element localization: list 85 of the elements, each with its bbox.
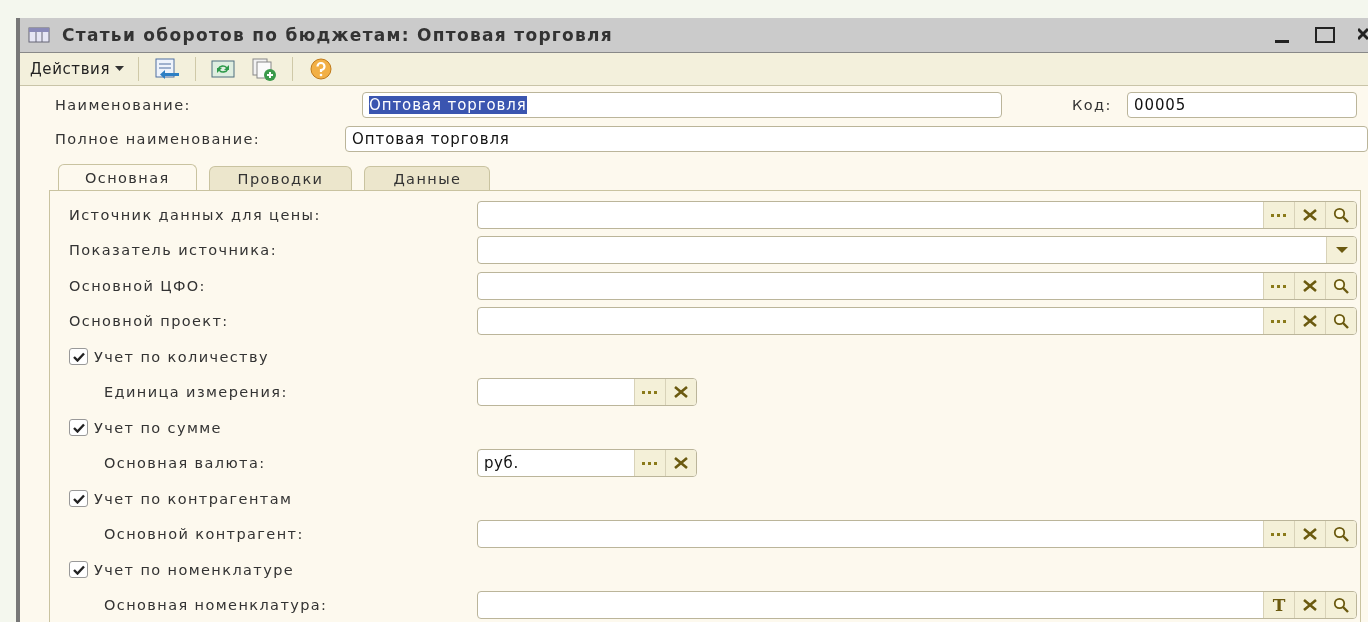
search-icon (1333, 597, 1349, 614)
search-button[interactable] (1325, 521, 1356, 548)
field-label: Наименование: (54, 97, 192, 113)
input-field[interactable]: T (477, 591, 1357, 620)
full-name-field[interactable]: Оптовая торговля (345, 126, 1368, 152)
ellipsis-icon (1270, 531, 1288, 538)
checkbox-label: Учет по количеству (94, 348, 269, 365)
field-label: Полное наименование: (54, 131, 262, 147)
input-field[interactable] (477, 271, 1357, 300)
minimize-icon (1275, 39, 1289, 43)
field-label: Основной контрагент: (103, 526, 305, 543)
search-icon (1333, 277, 1349, 294)
clear-button[interactable] (1294, 521, 1325, 548)
ellipsis-icon (1270, 282, 1288, 289)
search-icon (1333, 526, 1349, 543)
code-field[interactable]: 00005 (1127, 92, 1357, 118)
select-button[interactable] (1263, 201, 1294, 228)
check-icon (72, 422, 85, 433)
clear-button[interactable] (1294, 592, 1325, 619)
clear-icon (674, 457, 688, 470)
document-arrow-icon (153, 57, 182, 81)
search-button[interactable] (1325, 308, 1356, 335)
check-icon (72, 493, 85, 504)
ellipsis-icon (1270, 211, 1288, 218)
tab[interactable]: Данные (364, 166, 491, 190)
name-field[interactable]: Оптовая торговля (362, 92, 1002, 118)
input-field[interactable] (477, 307, 1357, 336)
input-field[interactable]: руб. (477, 449, 697, 478)
field-label: Показатель источника: (69, 242, 278, 259)
caret-icon (1335, 246, 1348, 254)
clear-icon (1303, 315, 1317, 328)
window-title: Статьи оборотов по бюджетам: Оптовая торговля (62, 25, 614, 45)
actions-menu-button[interactable]: Действия (26, 58, 129, 80)
table-icon (28, 27, 50, 43)
clear-button[interactable] (1294, 272, 1325, 299)
select-button[interactable] (1263, 308, 1294, 335)
search-button[interactable] (1325, 201, 1356, 228)
check-icon (72, 351, 85, 362)
checkbox-label: Учет по контрагентам (94, 490, 293, 507)
checkbox[interactable] (69, 348, 88, 366)
clear-button[interactable] (665, 379, 696, 406)
caret-icon (115, 66, 125, 72)
select-button[interactable] (1263, 272, 1294, 299)
tab[interactable]: Проводки (208, 166, 353, 190)
maximize-button[interactable] (1314, 26, 1336, 44)
input-field[interactable] (477, 236, 1357, 265)
ellipsis-icon (1270, 318, 1288, 325)
clear-icon (1303, 208, 1317, 221)
checkbox[interactable] (69, 490, 88, 508)
search-button[interactable] (1325, 592, 1356, 619)
select-button[interactable] (1263, 521, 1294, 548)
field-label: Единица измерения: (103, 384, 289, 401)
search-icon (1333, 313, 1349, 330)
checkbox[interactable] (69, 419, 88, 437)
select-button[interactable] (634, 450, 665, 477)
dropdown-button[interactable] (1326, 237, 1356, 264)
ellipsis-icon (641, 389, 659, 396)
field-label: Основной ЦФО: (69, 277, 207, 294)
checkbox-label: Учет по номенклатуре (94, 561, 295, 578)
search-button[interactable] (1325, 272, 1356, 299)
checkbox[interactable] (69, 561, 88, 579)
maximize-icon (1314, 26, 1336, 44)
checkbox-label: Учет по сумме (94, 419, 222, 436)
check-icon (72, 564, 85, 575)
field-label: Основная номенклатура: (103, 597, 329, 614)
clear-icon (1303, 279, 1317, 292)
search-icon (1333, 206, 1349, 223)
select-button[interactable] (634, 379, 665, 406)
field-label: Основной проект: (69, 313, 230, 330)
clear-icon (1303, 599, 1317, 612)
documents-plus-icon (250, 57, 279, 81)
clear-button[interactable] (1294, 308, 1325, 335)
clear-icon (1303, 528, 1317, 541)
clear-button[interactable] (665, 450, 696, 477)
field-label: Основная валюта: (103, 455, 267, 472)
clear-icon (674, 386, 688, 399)
text-button[interactable]: T (1263, 592, 1294, 619)
input-field[interactable] (477, 378, 697, 407)
ellipsis-icon (641, 460, 659, 467)
tab[interactable]: Основная (58, 164, 197, 190)
input-field[interactable] (477, 520, 1357, 549)
field-label: Код: (1072, 97, 1113, 113)
input-field[interactable] (477, 200, 1357, 229)
clear-button[interactable] (1294, 201, 1325, 228)
field-label: Источник данных для цены: (69, 206, 322, 223)
